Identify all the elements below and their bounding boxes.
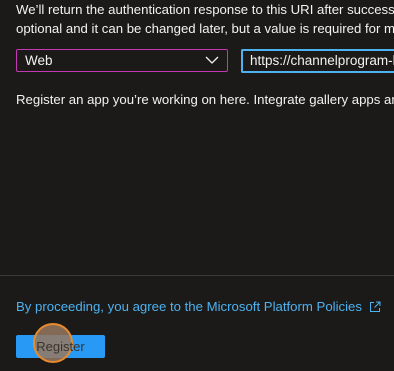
description-line-1: We’ll return the authentication response… (16, 2, 394, 17)
redirect-uri-description: We’ll return the authentication response… (16, 0, 394, 38)
platform-policies-link-text: By proceeding, you agree to the Microsof… (16, 299, 362, 314)
platform-select[interactable]: Web (16, 49, 228, 72)
footer-divider (0, 275, 394, 276)
register-button-label: Register (36, 339, 85, 354)
redirect-uri-input[interactable]: https://channelprogram-l (241, 49, 394, 73)
platform-select-value: Web (25, 53, 53, 68)
platform-policies-link[interactable]: By proceeding, you agree to the Microsof… (16, 297, 381, 316)
description-line-2: optional and it can be changed later, bu… (16, 21, 394, 36)
external-link-icon (369, 301, 381, 312)
register-info-text: Register an app you’re working on here. … (16, 92, 394, 107)
register-button[interactable]: Register (16, 335, 105, 358)
chevron-down-icon (205, 56, 219, 64)
